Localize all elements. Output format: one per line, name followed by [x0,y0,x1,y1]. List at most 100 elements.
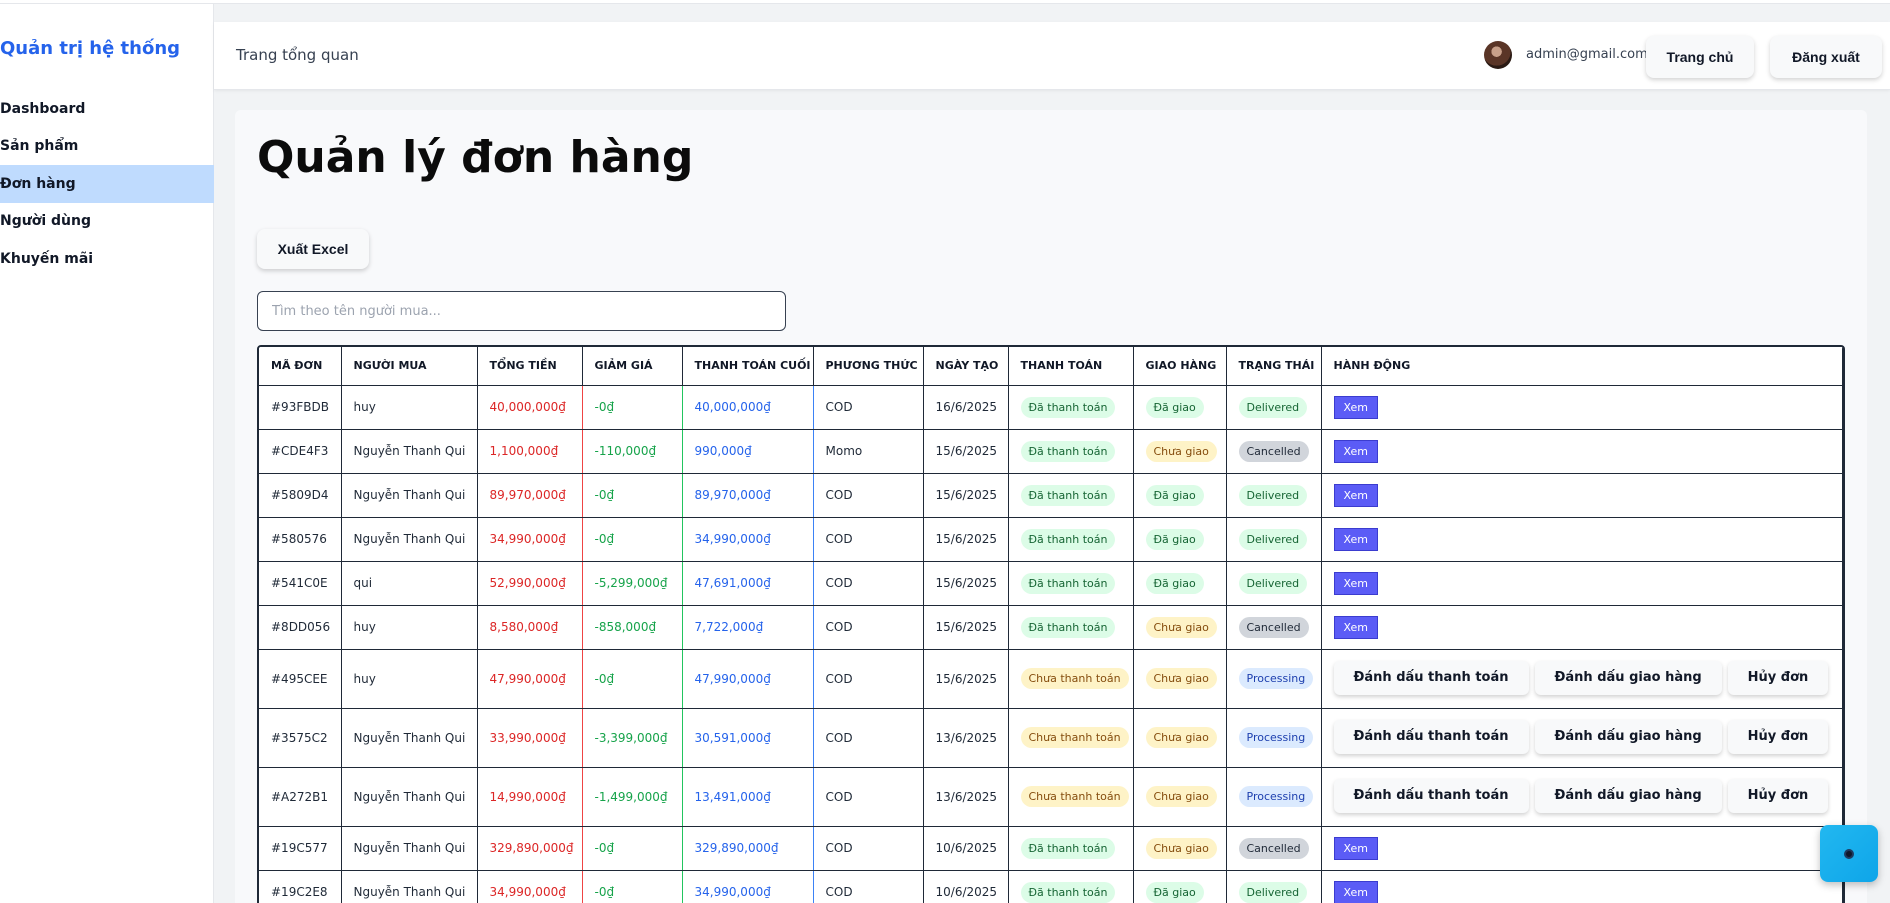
view-order-button[interactable]: Xem [1333,615,1379,639]
payment-status-cell: Chưa thanh toán [1008,649,1134,709]
actions-cell: Đánh dấu thanh toán Đánh dấu giao hàng Hủy… [1321,708,1843,768]
buyer-cell: Nguyễn Thanh Qui [341,708,478,768]
cancel-order-button[interactable]: Hủy đơn [1727,719,1829,754]
shipping-status-badge: Chưa giao [1145,616,1217,638]
logout-button[interactable]: Đăng xuất [1770,36,1882,78]
payment-status-badge: Đã thanh toán [1020,484,1116,506]
shipping-status-badge: Chưa giao [1145,668,1217,689]
view-order-button[interactable]: Xem [1333,880,1379,903]
total-cell: 34,990,000₫ [477,517,583,562]
order-id-cell: #541C0E [259,561,342,606]
actions-cell: Xem [1321,561,1843,606]
shipping-status-badge: Đã giao [1145,484,1204,506]
date-cell: 15/6/2025 [923,517,1009,562]
view-order-button[interactable]: Xem [1333,571,1379,595]
table-header-row: MÃ ĐƠN NGƯỜI MUA TỔNG TIỀN GIẢM GIÁ THAN… [259,347,1843,386]
actions-cell: Xem [1321,385,1843,430]
cancel-order-button[interactable]: Hủy đơn [1727,778,1829,813]
discount-cell: -1,499,000₫ [582,767,683,827]
view-order-button[interactable]: Xem [1333,439,1379,463]
col-header-actions: HÀNH ĐỘNG [1321,347,1843,386]
order-status-cell: Delivered [1226,517,1322,562]
final-amount-cell: 89,970,000₫ [682,473,814,518]
buyer-cell: Nguyễn Thanh Qui [341,870,478,903]
payment-status-badge: Chưa thanh toán [1020,668,1129,689]
payment-status-badge: Đã thanh toán [1020,396,1116,418]
payment-status-badge: Đã thanh toán [1020,572,1116,594]
header-title: Trang tổng quan [236,46,359,64]
order-status-cell: Delivered [1226,473,1322,518]
final-amount-cell: 34,990,000₫ [682,517,814,562]
mark-shipped-button[interactable]: Đánh dấu giao hàng [1534,778,1722,813]
order-id-cell: #495CEE [259,649,342,709]
shipping-status-badge: Chưa giao [1145,727,1217,748]
home-button[interactable]: Trang chủ [1646,36,1754,78]
order-status-badge: Delivered [1238,396,1308,418]
col-header-status: TRẠNG THÁI [1226,347,1322,386]
payment-status-cell: Đã thanh toán [1008,605,1134,650]
mark-paid-button[interactable]: Đánh dấu thanh toán [1333,660,1529,695]
page-title: Quản lý đơn hàng [257,132,694,183]
search-input[interactable] [257,291,786,331]
col-header-discount: GIẢM GIÁ [582,347,683,386]
sidebar: Quản trị hệ thống Dashboard Sản phẩm Đơn… [0,4,214,903]
payment-status-badge: Đã thanh toán [1020,881,1116,903]
order-status-cell: Cancelled [1226,826,1322,871]
view-order-button[interactable]: Xem [1333,483,1379,507]
top-strip [0,0,1890,4]
view-order-button[interactable]: Xem [1333,836,1379,860]
sidebar-item-orders[interactable]: Đơn hàng [0,165,214,203]
shipping-status-cell: Chưa giao [1133,708,1227,768]
buyer-cell: huy [341,385,478,430]
col-header-payment: THANH TOÁN [1008,347,1134,386]
sidebar-item-dashboard[interactable]: Dashboard [0,90,214,128]
shipping-status-badge: Đã giao [1145,881,1204,903]
buyer-cell: Nguyễn Thanh Qui [341,517,478,562]
payment-status-cell: Đã thanh toán [1008,385,1134,430]
total-cell: 34,990,000₫ [477,870,583,903]
view-order-button[interactable]: Xem [1333,527,1379,551]
export-excel-button[interactable]: Xuất Excel [257,229,369,269]
actions-cell: Xem [1321,870,1843,903]
chat-button[interactable] [1820,825,1878,882]
shipping-status-cell: Chưa giao [1133,429,1227,474]
order-id-cell: #93FBDB [259,385,342,430]
order-status-badge: Processing [1238,727,1314,748]
order-status-badge: Cancelled [1238,837,1309,859]
avatar[interactable] [1484,41,1512,69]
order-status-cell: Cancelled [1226,605,1322,650]
buyer-cell: Nguyễn Thanh Qui [341,429,478,474]
actions-cell: Đánh dấu thanh toán Đánh dấu giao hàng Hủy… [1321,767,1843,827]
actions-cell: Xem [1321,429,1843,474]
method-cell: Momo [813,429,924,474]
order-status-cell: Processing [1226,767,1322,827]
mark-paid-button[interactable]: Đánh dấu thanh toán [1333,719,1529,754]
sidebar-item-products[interactable]: Sản phẩm [0,127,214,165]
final-amount-cell: 13,491,000₫ [682,767,814,827]
sidebar-item-users[interactable]: Người dùng [0,202,214,240]
discount-cell: -5,299,000₫ [582,561,683,606]
discount-cell: -0₫ [582,517,683,562]
view-order-button[interactable]: Xem [1333,395,1379,419]
total-cell: 1,100,000₫ [477,429,583,474]
method-cell: COD [813,605,924,650]
sidebar-item-promotions[interactable]: Khuyến mãi [0,240,214,278]
shipping-status-cell: Đã giao [1133,517,1227,562]
buyer-cell: huy [341,605,478,650]
method-cell: COD [813,517,924,562]
order-status-cell: Delivered [1226,870,1322,903]
shipping-status-badge: Đã giao [1145,396,1204,418]
table-row: #541C0E qui 52,990,000₫ -5,299,000₫ 47,691,0… [259,561,1843,606]
mark-shipped-button[interactable]: Đánh dấu giao hàng [1534,719,1722,754]
discount-cell: -858,000₫ [582,605,683,650]
mark-paid-button[interactable]: Đánh dấu thanh toán [1333,778,1529,813]
col-header-final: THANH TOÁN CUỐI [682,347,814,386]
discount-cell: -0₫ [582,649,683,709]
method-cell: COD [813,649,924,709]
order-status-badge: Cancelled [1238,616,1309,638]
mark-shipped-button[interactable]: Đánh dấu giao hàng [1534,660,1722,695]
payment-status-badge: Chưa thanh toán [1020,727,1129,748]
discount-cell: -110,000₫ [582,429,683,474]
col-header-shipping: GIAO HÀNG [1133,347,1227,386]
cancel-order-button[interactable]: Hủy đơn [1727,660,1829,695]
